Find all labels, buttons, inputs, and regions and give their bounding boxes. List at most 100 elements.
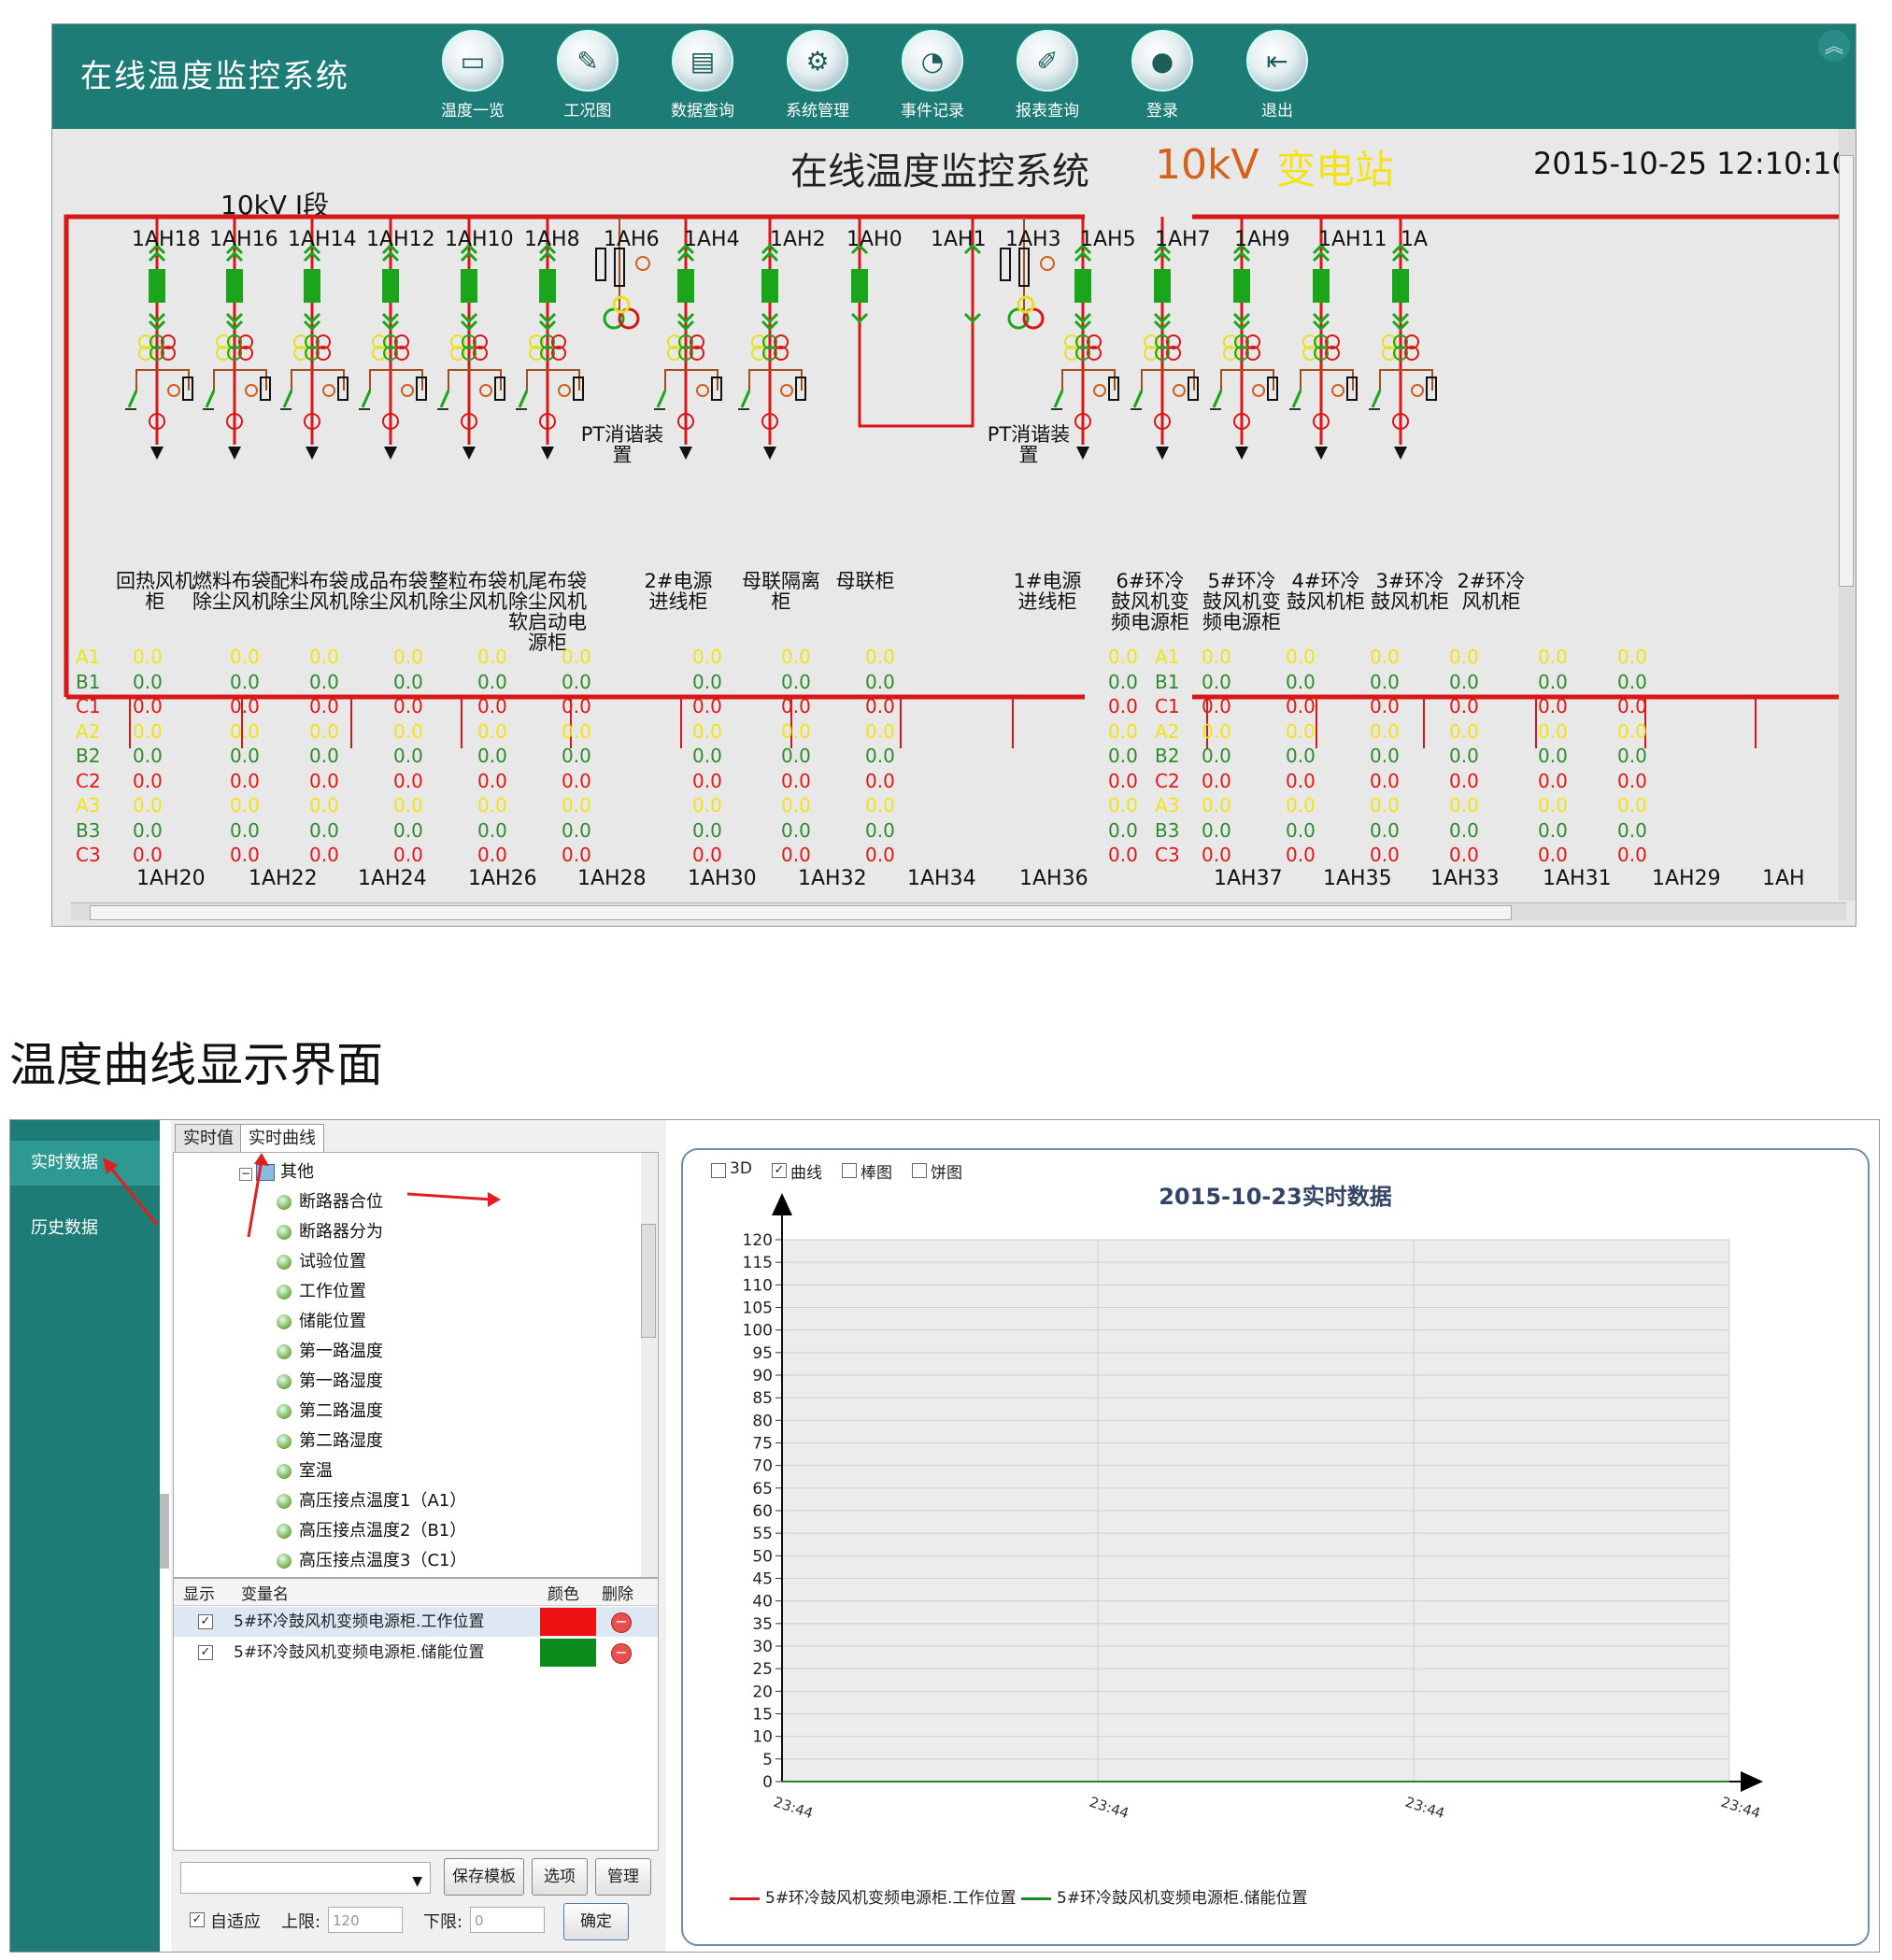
autofit-checkbox[interactable]: ✓ [190, 1912, 205, 1927]
bus-tag-top: 1AH16 [209, 228, 278, 251]
tree-scroll-thumb[interactable] [641, 1224, 656, 1338]
load-arrow-icon [228, 447, 241, 460]
temperature-reading: 0.0 [1617, 794, 1647, 817]
delete-icon[interactable]: − [611, 1643, 632, 1664]
variable-dot-icon [277, 1434, 292, 1449]
upper-limit-label: 上限: [281, 1912, 321, 1932]
indicator-lamp-icon [696, 384, 709, 397]
tree-item[interactable]: 第二路温度 [277, 1398, 383, 1422]
temperature-reading: 0.0 [1449, 646, 1479, 668]
chart-panel: 3D ✓ 曲线 棒图 饼图 2015-10-23实时数据 0 5 10 15 20 25 30 35 4… [681, 1148, 1870, 1946]
temperature-reading: 0.0 [1617, 745, 1647, 767]
phase-label: A2 [76, 719, 101, 743]
template-select[interactable]: ▼ [180, 1862, 431, 1894]
variable-dot-icon [277, 1344, 292, 1359]
temperature-reading: 0.0 [781, 818, 811, 842]
bus-tag-bottom: 1AH22 [249, 867, 318, 890]
temperature-reading: 0.0 [865, 818, 895, 842]
tree-item[interactable]: 室温 [277, 1457, 333, 1482]
bus-tag-top: 1AH6 [604, 228, 660, 251]
temperature-reading: 0.0 [133, 844, 163, 866]
options-button[interactable]: 选项 [532, 1858, 588, 1896]
indicator-lamp-icon [1173, 384, 1186, 397]
temperature-reading: 0.0 [1617, 818, 1647, 842]
temperature-reading: 0.0 [133, 695, 163, 717]
indicator-lamp-icon [322, 384, 335, 397]
temperature-reading: 0.0 [309, 844, 339, 866]
show-checkbox[interactable]: ✓ [198, 1614, 213, 1629]
y-tick-label: 55 [752, 1525, 773, 1543]
manage-button[interactable]: 管理 [595, 1858, 651, 1896]
temperature-reading: 0.0 [1286, 646, 1316, 668]
feeder-r3 [1289, 217, 1358, 460]
tree-item[interactable]: 第二路湿度 [277, 1427, 383, 1452]
delete-icon[interactable]: − [611, 1612, 632, 1633]
phase-label: B3 [76, 818, 101, 842]
temperature-reading: 0.0 [1538, 794, 1568, 817]
tree-item[interactable]: 高压接点温度3（C1） [277, 1547, 466, 1571]
legend-item: 5#环冷鼓风机变频电源柜.工作位置 [730, 1884, 1016, 1908]
breaker-icon [226, 269, 243, 303]
bus-tag-top: 1AH1 [931, 228, 987, 251]
temperature-reading: 0.0 [1108, 646, 1138, 668]
temperature-reading: 0.0 [562, 670, 591, 693]
bus-tag-bottom: 1AH30 [688, 867, 757, 890]
phase-label: A2 [1155, 719, 1180, 743]
tree-item[interactable]: 第一路温度 [277, 1338, 383, 1362]
show-checkbox[interactable]: ✓ [198, 1645, 213, 1660]
temperature-reading: 0.0 [1202, 695, 1231, 717]
y-tick-label: 120 [743, 1231, 773, 1250]
temperature-reading: 0.0 [692, 695, 722, 717]
tree-item[interactable]: 储能位置 [277, 1308, 366, 1332]
breaker-icon [304, 269, 320, 303]
temperature-reading: 0.0 [1286, 818, 1316, 842]
legend-label: 5#环冷鼓风机变频电源柜.工作位置 [765, 1889, 1017, 1908]
tab-realtime-curve[interactable]: 实时曲线 [240, 1124, 324, 1154]
feeder-name: 2#环冷风机柜 [1457, 570, 1526, 613]
temperature-reading: 0.0 [1286, 769, 1316, 792]
tree-scrollbar[interactable] [641, 1153, 658, 1577]
temperature-reading: 0.0 [1286, 745, 1316, 767]
table-row[interactable]: ✓ 5#环冷鼓风机变频电源柜.储能位置 − [174, 1638, 658, 1668]
temperature-reading: 0.0 [1538, 818, 1568, 842]
vertical-scroll-thumb[interactable] [1839, 155, 1854, 587]
confirm-button[interactable]: 确定 [563, 1903, 629, 1940]
save-template-button[interactable]: 保存模板 [444, 1858, 524, 1896]
bus-tag-top: 1AH3 [1005, 228, 1061, 251]
y-tick-label: 10 [752, 1728, 773, 1747]
load-arrow-icon [1235, 447, 1248, 460]
temperature-reading: 0.0 [230, 769, 260, 792]
table-row[interactable]: ✓ 5#环冷鼓风机变频电源柜.工作位置 − [174, 1607, 658, 1637]
temperature-reading: 0.0 [1370, 844, 1400, 866]
temperature-reading: 0.0 [477, 646, 507, 668]
feeder-r2 [1210, 217, 1278, 460]
tab-realtime-value[interactable]: 实时值 [175, 1124, 242, 1154]
lower-limit-input[interactable]: 0 [470, 1907, 545, 1933]
temperature-reading: 0.0 [1449, 670, 1479, 693]
ground-branch [291, 369, 345, 391]
horizontal-scroll-thumb[interactable] [90, 905, 1512, 920]
bus-tag-bottom: 1AH34 [907, 867, 976, 890]
color-swatch[interactable] [540, 1608, 596, 1636]
tree-item[interactable]: 工作位置 [277, 1278, 366, 1302]
temperature-reading: 0.0 [1370, 769, 1400, 792]
bus-tag-bottom: 1AH26 [468, 867, 537, 890]
sidebar-collapse-handle[interactable] [160, 1494, 169, 1569]
upper-limit-input[interactable]: 120 [328, 1907, 403, 1933]
bus-tag-bottom: 1AH20 [136, 867, 206, 890]
feeder-name: 2#电源进线柜 [644, 570, 713, 613]
temperature-reading: 0.0 [393, 769, 423, 792]
phase-label: B1 [1155, 670, 1180, 693]
lower-limit-label: 下限: [423, 1912, 463, 1932]
bus-tag-bottom: 1AH35 [1323, 867, 1392, 890]
temperature-reading: 0.0 [1202, 719, 1231, 743]
tree-item[interactable]: 高压接点温度1（A1） [277, 1487, 466, 1512]
tree-item-label: 工作位置 [299, 1282, 366, 1301]
tree-item[interactable]: 高压接点温度2（B1） [277, 1517, 466, 1541]
temperature-reading: 0.0 [562, 646, 591, 668]
breaker-icon [382, 269, 399, 303]
variable-name: 5#环冷鼓风机变频电源柜.储能位置 [234, 1643, 485, 1662]
y-tick-label: 110 [743, 1276, 773, 1295]
tree-item[interactable]: 第一路湿度 [277, 1368, 383, 1392]
color-swatch[interactable] [540, 1639, 596, 1667]
